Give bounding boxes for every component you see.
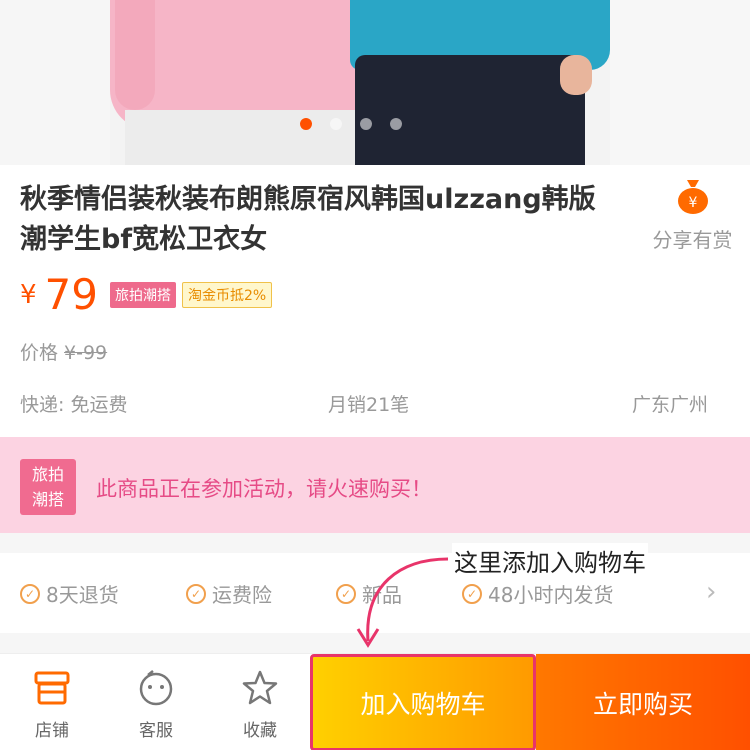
annotation-arrow [356,557,449,648]
campaign-banner[interactable]: 旅拍 潮搭 此商品正在参加活动，请火速购买！ [0,437,750,533]
carousel-indicator [300,118,402,130]
original-price: 价格 ¥-99 [20,338,107,365]
tab-customer-service[interactable]: 客服 [116,668,196,741]
product-price: 79 [44,270,98,319]
service-item: ✓ 48小时内发货 [462,579,613,608]
carousel-dot[interactable] [360,118,372,130]
price-row: ¥ 79 旅拍潮搭 淘金币抵2% [20,270,273,319]
currency-symbol: ¥ [20,279,37,310]
buy-now-button[interactable]: 立即购买 [536,654,750,750]
customer-service-icon [116,668,196,708]
tab-label: 店铺 [35,721,69,741]
shop-icon [12,668,92,708]
service-label: 8天退货 [46,583,119,607]
chevron-right-icon[interactable]: › [706,577,716,607]
tab-shop[interactable]: 店铺 [12,668,92,741]
campaign-text: 此商品正在参加活动，请火速购买！ [96,477,432,501]
image-background [0,0,110,165]
shipping-info: 快递: 免运费 [20,394,128,416]
campaign-tag: 旅拍潮搭 [110,281,176,308]
service-label: 运费险 [212,583,272,607]
product-image[interactable] [0,0,750,165]
star-icon [220,668,300,708]
image-pink-sleeve [115,0,155,110]
share-label: 分享有赏 [652,228,733,252]
campaign-badge-line2: 潮搭 [31,490,64,509]
original-price-label: 价格 [20,342,59,364]
share-button[interactable]: ¥ 分享有赏 [640,178,745,253]
bottom-action-bar: 店铺 客服 收藏 加入购物车 立即购买 [0,653,750,750]
service-item: ✓ 8天退货 [20,579,119,608]
monthly-sales: 月销21笔 [328,394,410,416]
carousel-dot[interactable] [390,118,402,130]
coin-discount-tag: 淘金币抵2% [182,281,273,308]
product-title: 秋季情侣装秋装布朗熊原宿风韩国ulzzang韩版潮学生bf宽松卫衣女 [20,184,596,255]
tab-label: 客服 [139,721,173,741]
service-item: ✓ 运费险 [186,579,272,608]
seller-location: 广东广州 [632,394,709,416]
tab-label: 收藏 [243,721,277,741]
carousel-dot[interactable] [330,118,342,130]
original-price-value: ¥-99 [64,342,108,364]
service-label: 48小时内发货 [488,583,614,607]
money-bag-icon: ¥ [676,178,710,214]
carousel-dot[interactable] [300,118,312,130]
annotation-label: 这里添加入购物车 [452,543,648,578]
add-to-cart-button[interactable]: 加入购物车 [310,654,536,750]
check-circle-icon: ✓ [186,583,206,604]
check-circle-icon: ✓ [20,583,40,604]
campaign-badge-line1: 旅拍 [31,465,64,484]
campaign-badge: 旅拍 潮搭 [20,459,76,515]
image-background-right [610,0,750,165]
svg-text:¥: ¥ [688,195,697,211]
tab-favorite[interactable]: 收藏 [220,668,300,741]
check-circle-icon: ✓ [462,583,482,604]
image-dark-pants [355,55,585,165]
image-hand [560,55,592,95]
